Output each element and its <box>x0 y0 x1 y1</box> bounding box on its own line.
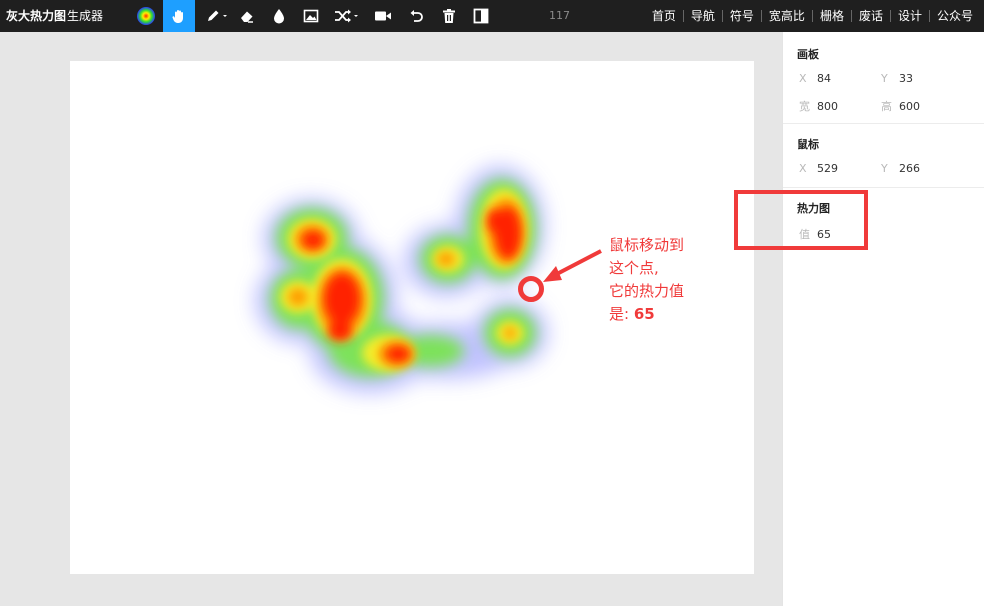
top-nav: 首页 导航 符号 宽高比 栅格 废话 设计 公众号 <box>645 0 980 32</box>
board-height-field[interactable]: 高 600 <box>881 98 920 114</box>
board-section-title: 画板 <box>797 48 819 61</box>
shuffle-tool[interactable] <box>331 0 363 32</box>
note-line-2: 这个点, <box>609 259 659 277</box>
nav-item-grid[interactable]: 栅格 <box>813 10 851 22</box>
eraser-tool[interactable] <box>233 0 261 32</box>
annotation-note: 鼠标移动到 这个点, 它的热力值 是: 65 <box>609 234 719 326</box>
eraser-icon <box>241 11 253 23</box>
trash-tool[interactable] <box>435 0 463 32</box>
video-icon <box>375 11 391 21</box>
nav-item-aspect-ratio[interactable]: 宽高比 <box>762 10 812 22</box>
panel-toggle-icon <box>473 8 489 24</box>
top-toolbar: 灰大热力图生成器 117 首页 导航 符号 宽高比 栅格 废话 设计 公众号 <box>0 0 984 32</box>
nav-item-nonsense[interactable]: 废话 <box>852 10 890 22</box>
annotation-highlight-box <box>734 190 868 250</box>
note-line-3: 它的热力值 <box>609 282 685 300</box>
image-tool[interactable] <box>297 0 325 32</box>
element-counter: 117 <box>549 9 570 22</box>
hand-tool[interactable] <box>163 0 195 32</box>
panel-divider <box>783 187 984 188</box>
board-y-field[interactable]: Y 33 <box>881 72 913 85</box>
nav-item-home[interactable]: 首页 <box>645 10 683 22</box>
board-x-field[interactable]: X 84 <box>799 72 831 85</box>
mouse-x-field: X 529 <box>799 162 838 175</box>
drop-tool[interactable] <box>265 0 293 32</box>
pen-icon <box>208 10 227 21</box>
undo-icon <box>410 10 423 22</box>
mouse-y-field: Y 266 <box>881 162 920 175</box>
video-tool[interactable] <box>369 0 397 32</box>
note-line-1: 鼠标移动到 <box>609 236 685 254</box>
undo-tool[interactable] <box>402 0 430 32</box>
nav-item-design[interactable]: 设计 <box>891 10 929 22</box>
nav-item-symbols[interactable]: 符号 <box>723 10 761 22</box>
trash-icon <box>443 9 455 23</box>
heat-gradient-tool[interactable] <box>132 0 160 32</box>
nav-item-navigation[interactable]: 导航 <box>684 10 722 22</box>
board-width-field[interactable]: 宽 800 <box>799 98 838 114</box>
note-value: 65 <box>633 305 655 323</box>
heat-gradient-icon <box>137 7 155 25</box>
mouse-section-title: 鼠标 <box>797 138 819 151</box>
properties-panel: 画板 X 84 Y 33 宽 800 高 600 鼠标 X 529 Y 266 热力图 值6… <box>782 32 984 606</box>
shuffle-icon <box>335 9 358 23</box>
panel-toggle-tool[interactable] <box>467 0 495 32</box>
brand-name: 灰大热力图 <box>6 9 67 23</box>
drop-icon <box>274 9 284 24</box>
nav-item-official-account[interactable]: 公众号 <box>930 10 980 22</box>
image-icon <box>303 9 319 23</box>
note-line-4-prefix: 是: <box>609 305 630 323</box>
brand-suffix: 生成器 <box>67 9 104 23</box>
app-brand: 灰大热力图生成器 <box>6 0 103 32</box>
pen-tool[interactable] <box>201 0 233 32</box>
hand-icon <box>172 10 183 23</box>
panel-divider <box>783 123 984 124</box>
note-line-4: 是: 65 <box>609 303 719 326</box>
